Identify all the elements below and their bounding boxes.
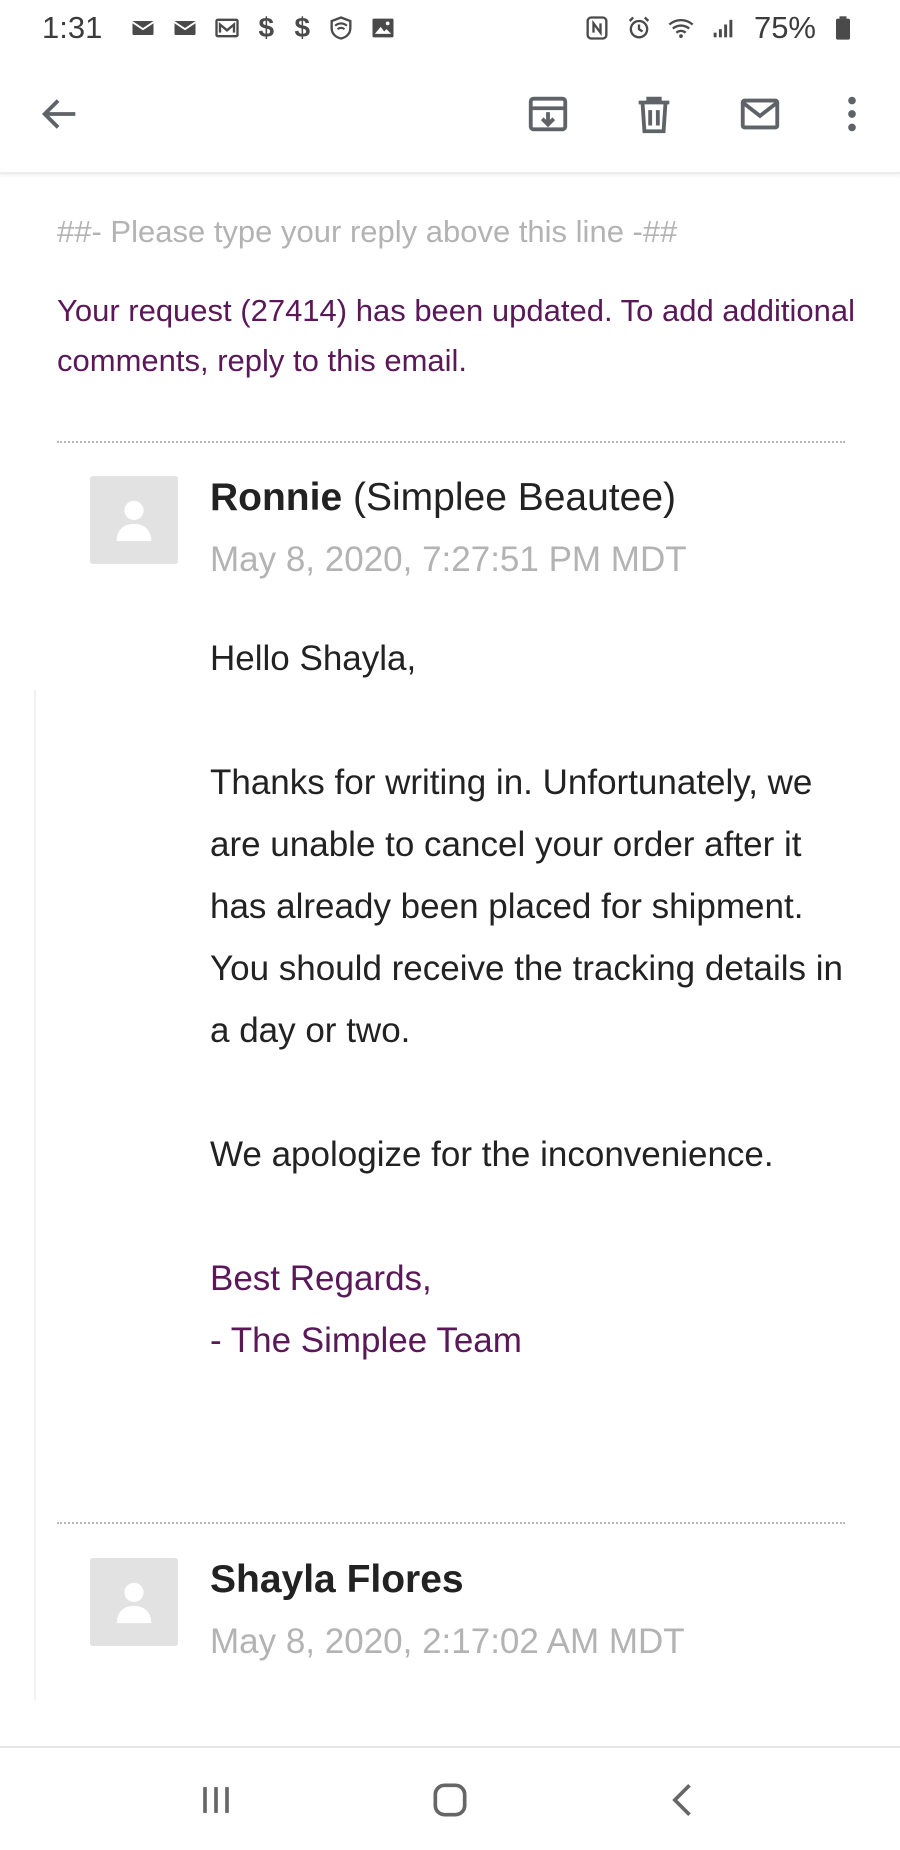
battery-percent: 75%: [753, 10, 816, 45]
message-timestamp: May 8, 2020, 2:17:02 AM MDT: [210, 1622, 685, 1661]
message-signoff: Best Regards, - The Simplee Team: [210, 1248, 860, 1372]
message-greeting: Hello Shayla,: [210, 639, 417, 678]
recents-button[interactable]: [184, 1768, 248, 1832]
avatar: [90, 1558, 178, 1646]
sender-name: Ronnie: [210, 476, 343, 519]
mail-icon: [740, 98, 780, 130]
sender-line: Ronnie (Simplee Beautee): [210, 476, 676, 520]
nfc-icon: [582, 13, 612, 43]
signoff-line-2: - The Simplee Team: [210, 1321, 522, 1360]
alarm-icon: [624, 13, 654, 43]
message-divider: [57, 441, 845, 443]
avatar: [90, 476, 178, 564]
mark-unread-button[interactable]: [730, 84, 790, 144]
message-divider: [57, 1522, 845, 1524]
quote-rule: [34, 690, 36, 1700]
status-time: 1:31: [42, 10, 103, 45]
sender-org: (Simplee Beautee): [342, 476, 677, 519]
archive-icon: [528, 96, 568, 132]
gmail-icon: [170, 13, 200, 43]
battery-icon: [828, 13, 858, 43]
person-icon: [116, 1582, 152, 1624]
more-options-button[interactable]: [822, 84, 882, 144]
archive-button[interactable]: [518, 84, 578, 144]
nav-back-button[interactable]: [652, 1768, 716, 1832]
status-left: 1:31 $ $: [42, 10, 398, 46]
sender-line: Shayla Flores: [210, 1558, 464, 1602]
shield-icon: [326, 13, 356, 43]
navigation-bar: [0, 1746, 900, 1850]
signal-icon: [708, 13, 738, 43]
more-vert-icon: [848, 96, 856, 132]
status-right: 75%: [582, 10, 858, 46]
delete-button[interactable]: [624, 84, 684, 144]
request-notice: Your request (27414) has been updated. T…: [57, 293, 856, 378]
wifi-icon: [666, 13, 696, 43]
app-bar: [0, 56, 900, 174]
person-icon: [116, 500, 152, 542]
home-icon: [433, 1783, 467, 1817]
delete-icon: [638, 96, 670, 134]
back-arrow-icon: [41, 99, 76, 129]
message-paragraph: Thanks for writing in. Unfortunately, we…: [210, 763, 843, 1050]
nav-back-icon: [672, 1784, 691, 1816]
gmail-icon: [212, 13, 242, 43]
dollar-icon: $: [294, 12, 311, 43]
recents-icon: [203, 1787, 229, 1813]
back-button[interactable]: [30, 84, 90, 144]
signoff-line-1: Best Regards,: [210, 1259, 432, 1298]
gmail-icon: [128, 13, 158, 43]
dollar-icon: $: [258, 12, 275, 43]
message-timestamp: May 8, 2020, 7:27:51 PM MDT: [210, 540, 687, 579]
status-bar: 1:31 $ $ 75%: [0, 0, 900, 56]
sender-name: Shayla Flores: [210, 1558, 464, 1601]
message-apology: We apologize for the inconvenience.: [210, 1135, 774, 1174]
home-button[interactable]: [418, 1768, 482, 1832]
reply-line: ##- Please type your reply above this li…: [57, 214, 678, 249]
image-icon: [368, 13, 398, 43]
